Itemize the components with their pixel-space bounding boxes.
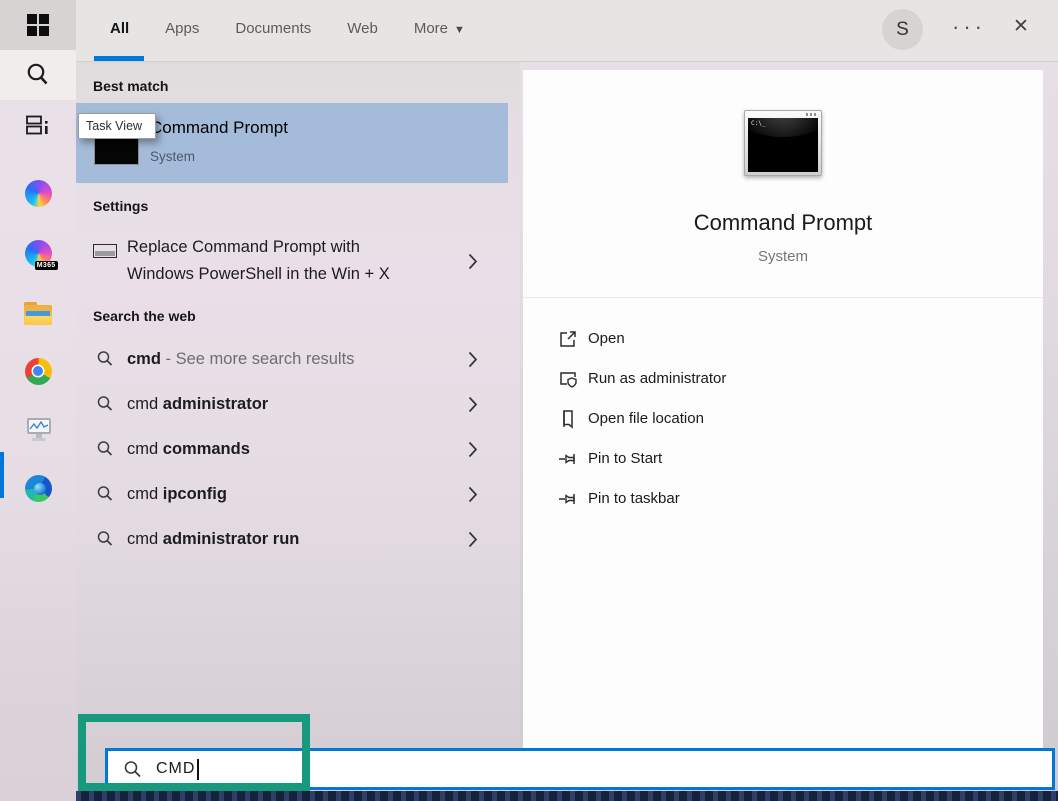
tab-web[interactable]: Web <box>347 20 378 37</box>
action-pin-to-start[interactable]: Pin to Start <box>523 439 1043 479</box>
active-tab-indicator <box>94 56 144 61</box>
close-icon[interactable]: ✕ <box>1004 15 1038 38</box>
preview-title: Command Prompt <box>523 210 1043 236</box>
copilot-icon <box>25 180 52 207</box>
open-icon <box>558 329 578 349</box>
command-prompt-app-icon: C:\_ <box>744 110 822 176</box>
windows-search-flyout: M365 All <box>0 0 1058 801</box>
settings-header: Settings <box>93 198 148 214</box>
settings-result-line2: Windows PowerShell in the Win + X <box>127 261 390 288</box>
search-the-web-header: Search the web <box>93 308 196 324</box>
edge-icon <box>25 475 52 502</box>
result-subtitle: System <box>150 149 195 164</box>
chevron-right-icon <box>468 396 478 413</box>
taskbar-item-chrome[interactable] <box>0 347 76 395</box>
search-icon <box>96 530 114 548</box>
task-view-tooltip: Task View <box>78 113 156 139</box>
taskbar-bottom-strip <box>76 791 1058 801</box>
open-file-location-icon <box>558 409 578 429</box>
action-open[interactable]: Open <box>523 319 1043 359</box>
run-as-admin-icon <box>558 369 578 389</box>
windows-logo-icon <box>27 14 49 36</box>
start-button[interactable] <box>0 0 76 50</box>
pin-icon <box>558 449 578 469</box>
chrome-icon <box>25 358 52 385</box>
taskbar-item-m365-copilot[interactable]: M365 <box>0 229 76 277</box>
search-icon <box>24 61 52 89</box>
chevron-down-icon: ▼ <box>454 24 465 36</box>
best-match-header: Best match <box>93 78 168 94</box>
tab-all[interactable]: All <box>110 20 129 37</box>
taskbar-item-copilot[interactable] <box>0 169 76 217</box>
chevron-right-icon <box>468 253 478 270</box>
chevron-right-icon <box>468 486 478 503</box>
preview-panel: C:\_ Command Prompt System Open Run as a… <box>520 62 1058 791</box>
search-results-panel: Best match Command Prompt System Task Vi… <box>76 62 520 791</box>
task-view-button[interactable] <box>0 100 76 150</box>
chevron-right-icon <box>468 531 478 548</box>
search-icon <box>96 395 114 413</box>
active-app-indicator <box>0 452 4 498</box>
search-icon <box>96 440 114 458</box>
preview-card: C:\_ Command Prompt System Open Run as a… <box>523 70 1043 748</box>
taskbar-settings-icon <box>93 244 117 258</box>
web-suggestion-row[interactable]: cmd administrator <box>76 382 508 427</box>
taskbar-item-file-explorer[interactable] <box>0 289 76 337</box>
taskbar-item-performance-monitor[interactable] <box>0 406 76 454</box>
preview-subtitle: System <box>523 248 1043 265</box>
web-suggestion-row[interactable]: cmd administrator run <box>76 517 508 562</box>
web-suggestion-row[interactable]: cmd ipconfig <box>76 472 508 517</box>
chevron-right-icon <box>468 441 478 458</box>
divider <box>523 297 1043 298</box>
settings-result-line1: Replace Command Prompt with <box>127 234 390 261</box>
tab-documents[interactable]: Documents <box>235 20 311 37</box>
action-open-file-location[interactable]: Open file location <box>523 399 1043 439</box>
web-suggestion-row[interactable]: cmd - See more search results <box>76 337 508 382</box>
m365-badge: M365 <box>35 261 58 270</box>
performance-monitor-icon <box>25 418 52 442</box>
result-title: Command Prompt <box>150 118 288 138</box>
search-icon <box>96 350 114 368</box>
file-explorer-icon <box>24 302 52 325</box>
taskbar: M365 <box>0 0 76 801</box>
action-pin-to-taskbar[interactable]: Pin to taskbar <box>523 479 1043 519</box>
tab-apps[interactable]: Apps <box>165 20 199 37</box>
more-options-icon[interactable]: ··· <box>946 14 992 40</box>
web-suggestion-row[interactable]: cmd commands <box>76 427 508 472</box>
chevron-right-icon <box>468 351 478 368</box>
settings-result-replace-command-prompt[interactable]: Replace Command Prompt with Windows Powe… <box>76 225 508 295</box>
tab-more[interactable]: More▼ <box>414 20 465 37</box>
search-tab-strip: All Apps Documents Web More▼ S ··· ✕ <box>76 0 1058 62</box>
action-run-as-administrator[interactable]: Run as administrator <box>523 359 1043 399</box>
avatar[interactable]: S <box>882 9 923 50</box>
taskbar-search-button[interactable] <box>0 50 76 100</box>
taskbar-item-edge[interactable] <box>0 464 76 512</box>
annotation-highlight-box <box>78 714 310 791</box>
pin-icon <box>558 489 578 509</box>
search-icon <box>96 485 114 503</box>
task-view-icon <box>25 112 51 138</box>
